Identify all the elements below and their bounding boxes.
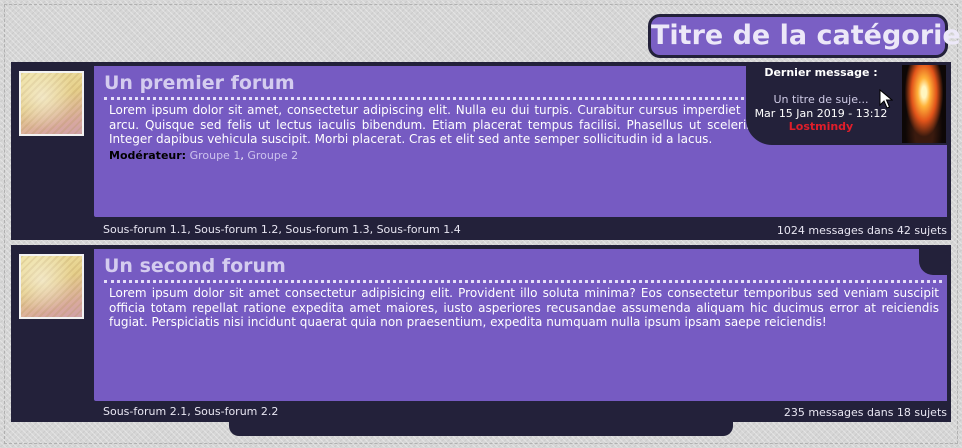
last-post-date: Mar 15 Jan 2019 - 13:12 — [754, 107, 888, 120]
mouse-cursor-icon — [879, 89, 893, 109]
forum-stats: 1024 messages dans 42 sujets — [776, 224, 947, 237]
moderators-label: Modérateur: — [109, 148, 187, 162]
subforum-link[interactable]: Sous-forum 2.1 — [103, 405, 187, 418]
last-post-box: Dernier message : Un titre de suje... Ma… — [746, 63, 950, 145]
moderators: Modérateur: Groupe 1, Groupe 2 — [109, 149, 939, 164]
forum-image-icon[interactable] — [19, 71, 84, 136]
subforum-link[interactable]: Sous-forum 1.4 — [377, 223, 461, 236]
category-title[interactable]: Titre de la catégorie — [648, 14, 961, 58]
forum-description: Lorem ipsum dolor sit amet consectetur a… — [109, 286, 939, 330]
forum-stats: 235 messages dans 18 sujets — [783, 406, 947, 419]
forum-row: Un second forum Lorem ipsum dolor sit am… — [11, 245, 951, 422]
avatar[interactable] — [902, 65, 946, 143]
category-footer-tab — [229, 420, 733, 436]
last-post-heading: Dernier message : — [764, 66, 878, 79]
subforum-list: Sous-forum 1.1, Sous-forum 1.2, Sous-for… — [103, 223, 461, 236]
subforum-link[interactable]: Sous-forum 1.2 — [194, 223, 278, 236]
subforum-list: Sous-forum 2.1, Sous-forum 2.2 — [103, 405, 279, 418]
forum-title[interactable]: Un second forum — [104, 254, 942, 283]
last-post-user-link[interactable]: Lostmindy — [746, 120, 896, 133]
subforum-link[interactable]: Sous-forum 2.2 — [194, 405, 278, 418]
subforum-link[interactable]: Sous-forum 1.3 — [285, 223, 369, 236]
moderator-link-group-1[interactable]: Groupe 1 — [190, 149, 241, 162]
forum-panel: Un second forum Lorem ipsum dolor sit am… — [94, 249, 947, 401]
forum-image-icon[interactable] — [19, 254, 84, 319]
last-post-topic-link[interactable]: Un titre de suje... — [746, 93, 896, 106]
subforum-link[interactable]: Sous-forum 1.1 — [103, 223, 187, 236]
moderator-link-group-2[interactable]: Groupe 2 — [247, 149, 298, 162]
